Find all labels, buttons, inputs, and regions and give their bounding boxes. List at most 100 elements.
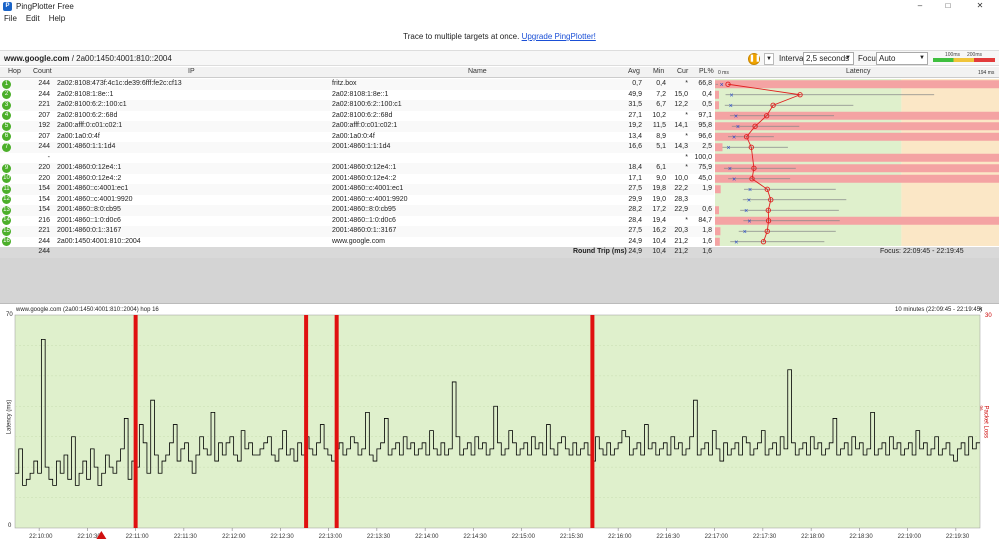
table-row[interactable]: - * 100,0 <box>0 152 714 163</box>
hop-number: 2 <box>2 90 11 99</box>
cell-min: 10,2 <box>652 111 666 119</box>
table-row[interactable]: 10 220 2001:4860:0:12e4::2 2001:4860:0:12e4… <box>0 173 714 184</box>
packet-loss-marker <box>334 315 339 528</box>
cell-count: 244 <box>38 90 50 98</box>
table-row[interactable]: 4 207 2a02:8100:6:2::68d 2a02:8100:6:2::68d… <box>0 110 714 121</box>
cell-avg: 17,1 <box>628 174 642 182</box>
packet-loss-bar <box>715 80 999 89</box>
cell-name: 2001:4860:0:12e4::2 <box>332 174 397 182</box>
col-pl[interactable]: PL% <box>699 68 714 75</box>
maximize-button[interactable]: □ <box>934 0 962 12</box>
cell-ip: 2001:4860:0:12e4::1 <box>57 164 122 171</box>
packet-loss-bar <box>715 101 719 110</box>
cell-cur: 14,1 <box>674 122 688 129</box>
cell-name: 2a02:8108:1:8e::1 <box>332 90 389 98</box>
cell-count: 221 <box>38 227 50 234</box>
summary-cur: 21,2 <box>674 248 688 255</box>
minimize-button[interactable]: – <box>906 0 934 12</box>
table-row[interactable]: 11 154 2001:4860::c:4001:ec1 2001:4860::c:4… <box>0 184 714 195</box>
cell-cur: 14,3 <box>674 143 688 150</box>
min-marker-icon: × <box>747 197 751 204</box>
cell-avg: 28,4 <box>628 216 642 224</box>
table-row[interactable]: 16 244 2a00:1450:4001:810::2004 www.google.… <box>0 236 714 247</box>
col-name[interactable]: Name <box>468 68 487 75</box>
cell-pl: 0,6 <box>702 206 712 213</box>
packet-loss-marker <box>304 315 309 528</box>
close-button[interactable]: ✕ <box>966 0 994 12</box>
cell-pl: 84,7 <box>698 216 712 224</box>
table-row[interactable]: 14 216 2001:4860::1:0:d0c6 2001:4860::1:0:d… <box>0 215 714 226</box>
table-row[interactable]: 12 154 2001:4860::c:4001:9920 2001:4860::c:… <box>0 194 714 205</box>
cell-min: 8,9 <box>656 132 666 140</box>
interval-value: 2,5 seconds <box>806 54 850 63</box>
x-tick-label: 22:17:00 <box>705 534 729 540</box>
cell-count: 154 <box>38 206 50 213</box>
hop-number: 4 <box>2 111 11 120</box>
summary-row: 244 Round Trip (ms) 24,9 10,4 21,2 1,6 F… <box>0 247 999 258</box>
cell-avg: 29,9 <box>628 195 642 203</box>
table-row[interactable]: 2 244 2a02:8108:1:8e::1 2a02:8108:1:8e::1 49… <box>0 89 714 100</box>
cell-count: 244 <box>38 143 50 150</box>
x-tick-label: 22:19:30 <box>946 534 970 540</box>
menu-edit[interactable]: Edit <box>26 14 40 23</box>
target-ip: / 2a00:1450:4001:810::2004 <box>69 54 172 63</box>
min-marker-icon: × <box>734 239 738 246</box>
focus-select[interactable]: Auto ▼ <box>876 52 928 65</box>
interval-select[interactable]: 2,5 seconds ▼ <box>803 52 854 65</box>
menu-file[interactable]: File <box>4 14 17 23</box>
col-avg[interactable]: Avg <box>628 68 640 75</box>
hop-number: 5 <box>2 121 11 131</box>
cell-name: fritz.box <box>332 80 357 87</box>
min-marker-icon: × <box>744 208 748 215</box>
table-row[interactable]: 7 244 2001:4860:1:1:1d4 2001:4860:1:1:1d4 16… <box>0 142 714 153</box>
min-marker-icon: × <box>734 113 738 120</box>
cell-min: 19,8 <box>652 185 666 192</box>
x-tick-label: 22:16:00 <box>608 534 632 540</box>
chevron-down-icon: ▼ <box>919 55 925 61</box>
table-row[interactable]: 13 154 2001:4860::8:0:cb95 2001:4860::8:0:c… <box>0 205 714 216</box>
target-host: www.google.com <box>4 54 70 63</box>
packet-loss-bar <box>715 237 720 246</box>
cell-name: 2a02:8100:6:2::100:c1 <box>332 101 402 108</box>
cell-ip: 2001:4860::1:0:d0c6 <box>57 216 121 224</box>
cell-ip: 2a02:8100:6:2::68d <box>57 111 118 119</box>
x-tick-label: 22:17:30 <box>753 534 777 540</box>
cell-count: - <box>47 153 50 161</box>
cell-count: 154 <box>38 185 50 192</box>
cell-name: 2a02:8100:6:2::68d <box>332 111 393 119</box>
cell-cur: 20,3 <box>674 227 688 234</box>
pause-button[interactable]: ❚❚ <box>748 53 761 65</box>
cell-ip: 2a02:8108:1:8e::1 <box>57 90 114 98</box>
x-tick-label: 22:11:30 <box>174 534 198 540</box>
table-row[interactable]: 15 221 2001:4860:0:1::3167 2001:4860:0:1::3… <box>0 226 714 237</box>
table-row[interactable]: 1 244 2a02:8108:473f:4c1c:de39:6fff:fe2c:c… <box>0 79 714 90</box>
col-min[interactable]: Min <box>653 68 664 75</box>
cell-pl: 66,8 <box>698 80 712 87</box>
cell-count: 220 <box>38 174 50 182</box>
cell-name: 2001:4860:1:1:1d4 <box>332 143 391 150</box>
col-ip[interactable]: IP <box>188 68 195 75</box>
table-row[interactable]: 6 207 2a00:1a0:0:4f 2a00:1a0:0:4f 13,4 8,9 * 96… <box>0 131 714 142</box>
cell-avg: 18,4 <box>628 164 642 171</box>
menu-help[interactable]: Help <box>49 14 65 23</box>
upgrade-link[interactable]: Upgrade PingPlotter! <box>522 32 596 41</box>
table-row[interactable]: 3 221 2a02:8100:6:2::100:c1 2a02:8100:6:2::… <box>0 100 714 111</box>
summary-focus: Focus: 22:09:45 - 22:19:45 <box>880 248 964 255</box>
packet-loss-bar <box>715 143 723 152</box>
cell-cur: * <box>685 153 688 161</box>
table-row[interactable]: 5 192 2a00:afff:0:c01:c02:1 2a00:afff:0:c01… <box>0 121 714 132</box>
summary-pl: 1,6 <box>702 248 712 255</box>
col-count[interactable]: Count <box>33 68 52 75</box>
cell-cur: 10,0 <box>674 174 688 182</box>
table-body: 1 244 2a02:8108:473f:4c1c:de39:6fff:fe2c:c… <box>0 79 714 247</box>
col-cur[interactable]: Cur <box>677 68 688 75</box>
table-row[interactable]: 9 220 2001:4860:0:12e4::1 2001:4860:0:12e4:… <box>0 163 714 174</box>
cell-min: 19,0 <box>652 195 666 203</box>
min-marker-icon: × <box>728 166 732 173</box>
pause-dropdown-icon[interactable]: ▼ <box>764 53 774 65</box>
cell-avg: 31,5 <box>628 101 642 108</box>
cell-cur: 21,2 <box>674 237 688 245</box>
cell-min: 10,4 <box>652 237 666 245</box>
col-hop[interactable]: Hop <box>8 68 21 75</box>
cell-name: 2001:4860::c:4001:ec1 <box>332 185 404 192</box>
